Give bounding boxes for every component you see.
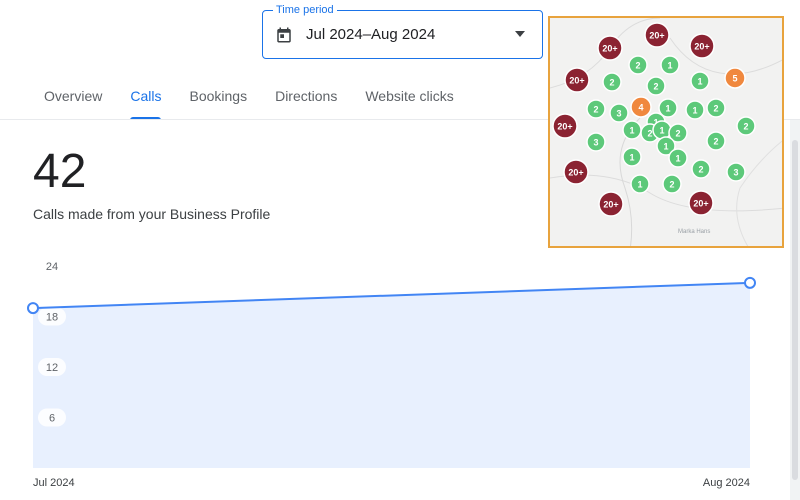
map-cluster-marker[interactable]: 20+ — [597, 35, 623, 61]
map-cluster-count: 1 — [675, 154, 680, 164]
map-cluster-marker[interactable]: 4 — [630, 96, 652, 118]
time-period-select[interactable]: Time period Jul 2024–Aug 2024 — [262, 3, 543, 59]
tab-directions[interactable]: Directions — [261, 80, 351, 120]
map-cluster-marker[interactable]: 1 — [660, 55, 680, 75]
map-cluster-marker[interactable]: 1 — [685, 100, 705, 120]
calls-data-point — [27, 302, 39, 315]
map-cluster-marker[interactable]: 20+ — [564, 67, 590, 93]
map-cluster-marker[interactable]: 2 — [586, 99, 606, 119]
map-cluster-marker[interactable]: 20+ — [552, 113, 578, 139]
metric-tabs: Overview Calls Bookings Directions Websi… — [30, 80, 468, 120]
y-tick-label: 24 — [46, 261, 58, 273]
y-tick-label: 18 — [46, 312, 58, 324]
map-cluster-marker[interactable]: 20+ — [689, 33, 715, 59]
map-cluster-count: 2 — [713, 104, 718, 114]
time-period-value: Jul 2024–Aug 2024 — [306, 26, 436, 43]
time-period-legend: Time period — [273, 3, 337, 17]
map-cluster-marker[interactable]: 1 — [630, 174, 650, 194]
map-cluster-count: 2 — [743, 122, 748, 132]
map-cluster-count: 1 — [659, 126, 664, 136]
map-cluster-marker[interactable]: 2 — [706, 131, 726, 151]
map-cluster-count: 20+ — [568, 168, 583, 178]
map-cluster-marker[interactable]: 20+ — [688, 190, 714, 216]
tab-overview[interactable]: Overview — [30, 80, 116, 120]
map-cluster-count: 4 — [638, 103, 643, 113]
calls-total-value: 42 — [33, 145, 87, 198]
map-cluster-marker[interactable]: 3 — [609, 103, 629, 123]
map-cluster-count: 1 — [692, 106, 697, 116]
calls-area-fill — [33, 282, 750, 468]
map-cluster-count: 1 — [665, 104, 670, 114]
map-cluster-count: 2 — [647, 129, 652, 139]
map-cluster-marker[interactable]: 2 — [691, 159, 711, 179]
map-cluster-count: 2 — [635, 61, 640, 71]
calls-total-label: Calls made from your Business Profile — [33, 206, 271, 222]
tab-label: Bookings — [189, 88, 248, 104]
map-cluster-marker[interactable]: 1 — [690, 71, 710, 91]
arrow-drop-down-icon[interactable] — [515, 31, 525, 37]
map-cluster-marker[interactable]: 2 — [706, 98, 726, 118]
map-cluster-count: 1 — [637, 180, 642, 190]
map-cluster-count: 2 — [713, 137, 718, 147]
tab-label: Calls — [130, 88, 162, 104]
map-cluster-marker[interactable]: 2 — [602, 72, 622, 92]
map-cluster-count: 2 — [653, 82, 658, 92]
map-inset[interactable]: 20+20+20+20+52122123411220+32121211220+1… — [548, 16, 784, 248]
tab-bookings[interactable]: Bookings — [175, 80, 261, 120]
x-tick-label: Aug 2024 — [703, 477, 750, 489]
tab-website-clicks[interactable]: Website clicks — [351, 80, 467, 120]
tab-label: Overview — [44, 88, 103, 104]
tab-label: Website clicks — [365, 88, 454, 104]
map-cluster-marker[interactable]: 2 — [646, 76, 666, 96]
map-credit: Marka Hans — [678, 229, 711, 235]
map-cluster-marker[interactable]: 1 — [622, 147, 642, 167]
map-cluster-count: 5 — [732, 74, 737, 84]
map-cluster-marker[interactable]: 3 — [726, 162, 746, 182]
map-cluster-count: 3 — [733, 168, 738, 178]
map-cluster-count: 3 — [616, 109, 621, 119]
map-canvas: 20+20+20+20+52122123411220+32121211220+1… — [550, 18, 782, 246]
map-cluster-marker[interactable]: 1 — [668, 148, 688, 168]
map-cluster-count: 20+ — [693, 199, 708, 209]
map-cluster-count: 20+ — [569, 76, 584, 86]
map-cluster-marker[interactable]: 20+ — [563, 159, 589, 185]
map-cluster-count: 20+ — [603, 200, 618, 210]
calendar-icon — [275, 26, 293, 44]
map-cluster-count: 2 — [609, 78, 614, 88]
map-cluster-count: 2 — [675, 129, 680, 139]
map-cluster-marker[interactable]: 20+ — [598, 191, 624, 217]
map-cluster-count: 2 — [669, 180, 674, 190]
map-cluster-count: 20+ — [649, 31, 664, 41]
map-cluster-marker[interactable]: 2 — [628, 55, 648, 75]
map-cluster-marker[interactable]: 2 — [736, 116, 756, 136]
map-cluster-count: 1 — [663, 142, 668, 152]
map-cluster-count: 3 — [593, 138, 598, 148]
map-cluster-count: 20+ — [694, 42, 709, 52]
calls-data-point — [744, 276, 756, 289]
map-cluster-count: 1 — [667, 61, 672, 71]
map-cluster-marker[interactable]: 1 — [622, 120, 642, 140]
calls-chart: 6 12 18 24 Jul 2024 Aug 2024 — [27, 257, 756, 489]
map-cluster-count: 20+ — [602, 44, 617, 54]
map-cluster-marker[interactable]: 3 — [586, 132, 606, 152]
map-cluster-count: 1 — [629, 153, 634, 163]
y-tick-label: 12 — [46, 362, 58, 374]
map-cluster-count: 2 — [593, 105, 598, 115]
map-cluster-count: 1 — [697, 77, 702, 87]
map-cluster-marker[interactable]: 1 — [652, 120, 672, 140]
map-cluster-marker[interactable]: 20+ — [644, 22, 670, 48]
x-tick-label: Jul 2024 — [33, 477, 75, 489]
map-cluster-count: 1 — [629, 126, 634, 136]
map-cluster-marker[interactable]: 2 — [662, 174, 682, 194]
map-cluster-marker[interactable]: 5 — [724, 67, 746, 89]
y-tick-label: 6 — [49, 413, 55, 425]
tab-calls[interactable]: Calls — [116, 80, 175, 120]
tab-label: Directions — [275, 88, 338, 104]
map-cluster-count: 20+ — [557, 122, 572, 132]
map-cluster-count: 2 — [698, 165, 703, 175]
